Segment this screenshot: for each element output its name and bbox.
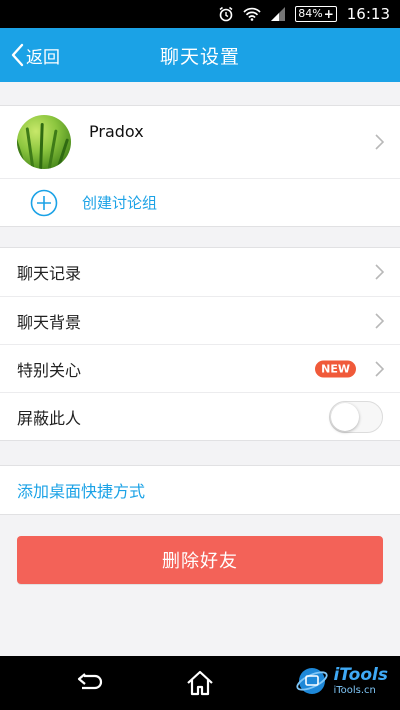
chat-background-label: 聊天背景 [17,312,82,332]
chevron-right-icon [375,264,384,280]
new-badge: NEW [315,360,356,377]
back-nav-button[interactable] [72,656,108,710]
itools-watermark: iTools iTools.cn [295,664,388,698]
back-button[interactable]: 返回 [10,28,60,82]
chevron-right-icon [375,134,384,150]
block-contact-label: 屏蔽此人 [17,408,82,428]
home-icon [187,670,213,696]
home-nav-button[interactable] [183,656,217,710]
settings-group: 聊天记录 聊天背景 特别关心 NEW 屏蔽此人 [0,247,400,441]
profile-name: Pradox [89,122,144,141]
special-care-label: 特别关心 [17,360,82,380]
create-group-row[interactable]: 创建讨论组 [0,178,400,226]
status-bar: 84% + 16:13 [0,0,400,28]
create-group-label: 创建讨论组 [82,194,158,212]
profile-row[interactable]: Pradox [0,106,400,178]
block-contact-row: 屏蔽此人 [0,392,400,440]
alarm-icon [218,6,234,22]
add-shortcut-label: 添加桌面快捷方式 [17,482,146,501]
special-care-row[interactable]: 特别关心 NEW [0,344,400,392]
page-title: 聊天设置 [159,45,240,68]
back-label: 返回 [26,47,60,68]
chevron-right-icon [375,360,384,377]
avatar [17,115,71,169]
signal-icon [270,7,286,21]
chevron-right-icon [375,312,384,329]
navigation-bar: 返回 聊天设置 [0,28,400,82]
block-contact-toggle[interactable] [329,400,383,433]
itools-logo-icon [296,668,329,694]
chevron-left-icon [11,43,24,67]
chat-history-label: 聊天记录 [17,264,82,283]
add-shortcut-row[interactable]: 添加桌面快捷方式 [0,466,400,514]
shortcut-group: 添加桌面快捷方式 [0,465,400,515]
wifi-icon [243,7,261,21]
charging-plus-icon: + [323,7,334,21]
profile-group: Pradox 创建讨论组 [0,105,400,227]
watermark-subtitle: iTools.cn [333,684,376,696]
system-navigation-bar: iTools iTools.cn [0,656,400,710]
battery-charging-icon: 84% + [295,6,337,22]
delete-friend-button[interactable]: 删除好友 [17,536,383,584]
status-time: 16:13 [346,5,390,23]
battery-percent: 84% [298,7,323,20]
toggle-knob [331,402,359,431]
chat-background-row[interactable]: 聊天背景 [0,296,400,344]
add-circle-icon [30,189,58,216]
watermark-title: iTools [333,664,388,685]
back-arrow-icon [77,673,103,690]
chat-history-row[interactable]: 聊天记录 [0,248,400,296]
